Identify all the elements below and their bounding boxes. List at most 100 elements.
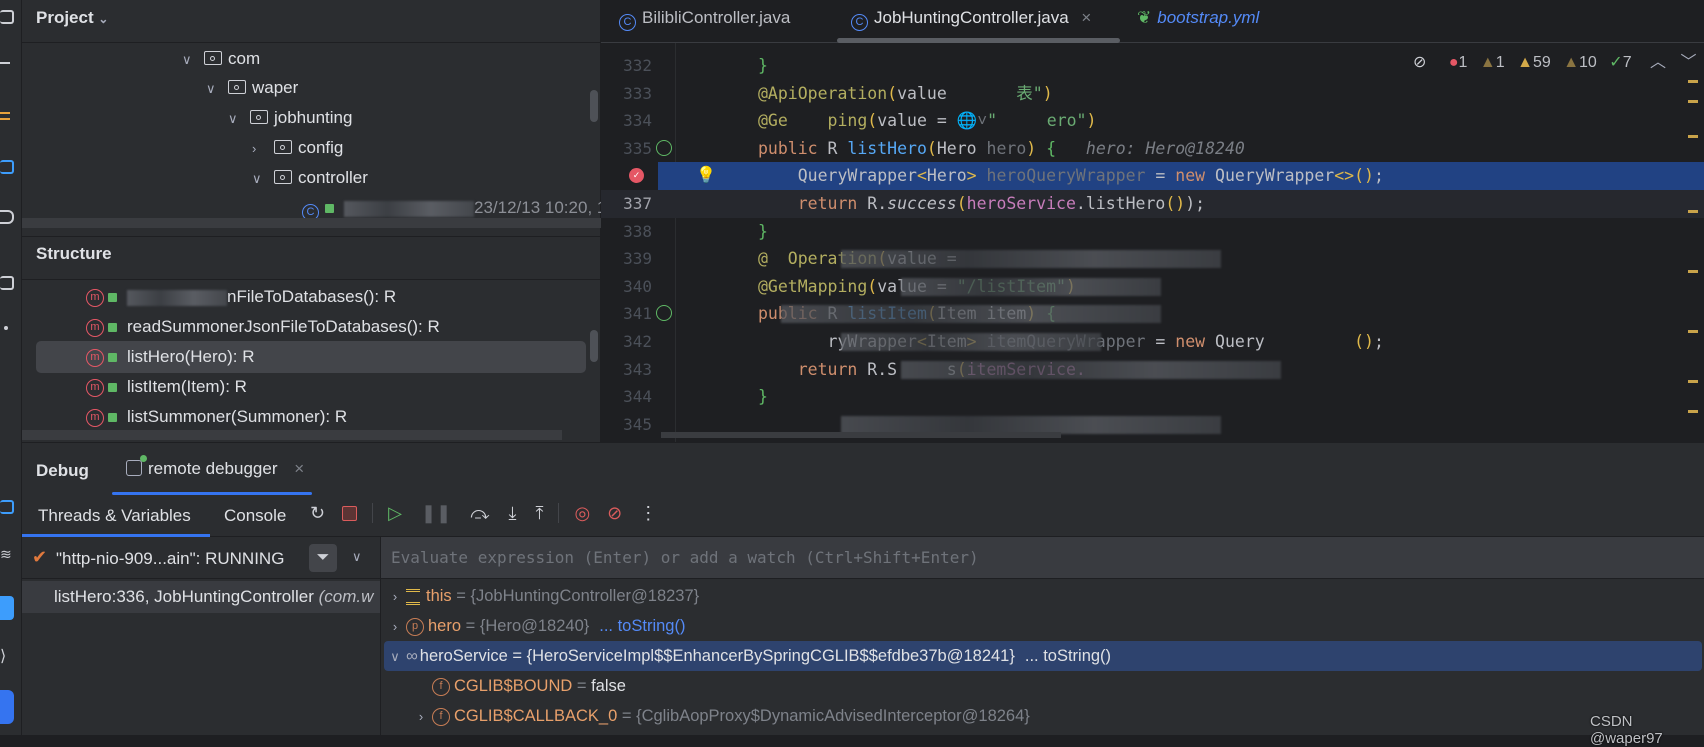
step-out-icon[interactable]: ⤒ bbox=[535, 503, 543, 523]
code-editor[interactable]: C BilibliController.java C JobHuntingContr… bbox=[601, 0, 1704, 442]
code-line[interactable]: 343 return R.S s(itemService. bbox=[601, 356, 1704, 384]
code-line[interactable]: 338} bbox=[601, 218, 1704, 246]
resume-icon[interactable]: ▷ bbox=[388, 503, 402, 523]
commit-tool-icon[interactable] bbox=[0, 62, 10, 64]
step-over-icon[interactable]: ⤼ bbox=[470, 503, 489, 523]
filter-icon[interactable]: ⏷ bbox=[309, 544, 337, 572]
debug-tool-icon[interactable] bbox=[0, 690, 14, 724]
chevron-right-icon[interactable]: › bbox=[384, 582, 406, 612]
variable-row[interactable]: › this = {JobHuntingController@18237} bbox=[384, 581, 1702, 611]
structure-item-label: listItem(Item): R bbox=[127, 377, 247, 396]
close-tab-icon[interactable]: × bbox=[1081, 8, 1091, 27]
code-line[interactable]: 340@GetMapping(value = "/listItem") bbox=[601, 273, 1704, 301]
warning-stripe-mark[interactable] bbox=[1688, 135, 1698, 138]
structure-tool-icon[interactable] bbox=[0, 276, 14, 290]
horizontal-scrollbar[interactable] bbox=[661, 432, 1061, 438]
pull-requests-icon[interactable] bbox=[0, 112, 10, 120]
code-line[interactable]: 344} bbox=[601, 383, 1704, 411]
session-tab-remote-debugger[interactable]: remote debugger × bbox=[126, 455, 304, 479]
more-icon[interactable]: ⋮ bbox=[639, 503, 657, 523]
horizontal-scrollbar[interactable] bbox=[22, 430, 562, 440]
structure-item[interactable]: m readSummonerJsonFileToDatabases(): R bbox=[86, 313, 440, 341]
thread-selector[interactable]: ✔ "http-nio-909...ain": RUNNING ⏷ ∨ bbox=[22, 537, 380, 579]
tab-console[interactable]: Console bbox=[224, 506, 286, 526]
horizontal-scrollbar[interactable] bbox=[22, 218, 601, 228]
warning-stripe-mark[interactable] bbox=[1688, 270, 1698, 273]
package-icon bbox=[228, 80, 246, 94]
tree-item-waper[interactable]: ∨ waper bbox=[206, 74, 298, 102]
code-line[interactable]: 337 return R.success(heroService.listHer… bbox=[601, 190, 1704, 218]
endpoint-gutter-icon[interactable] bbox=[656, 305, 672, 322]
more-icon[interactable] bbox=[4, 326, 8, 330]
warning-stripe-mark[interactable] bbox=[1688, 410, 1698, 413]
tab-threads-variables[interactable]: Threads & Variables bbox=[38, 506, 191, 526]
structure-item[interactable]: m nFileToDatabases(): R bbox=[86, 283, 396, 311]
line-number: 333 bbox=[623, 83, 652, 103]
services-bottom-icon[interactable] bbox=[0, 500, 14, 514]
chevron-down-icon[interactable]: ∨ bbox=[252, 165, 274, 193]
variable-link[interactable]: ... toString() bbox=[599, 617, 685, 635]
stop-icon[interactable] bbox=[342, 506, 358, 521]
tree-item-controller[interactable]: ∨ controller bbox=[252, 164, 368, 192]
frame-row[interactable]: listHero:336, JobHuntingController (com.… bbox=[22, 581, 380, 613]
structure-item-selected[interactable]: m listHero(Hero): R bbox=[86, 343, 255, 371]
code-line[interactable]: 342 ryWrapper<Item> itemQueryWrapper = n… bbox=[601, 328, 1704, 356]
chevron-right-icon[interactable]: › bbox=[384, 612, 406, 642]
tab-bilibli-controller[interactable]: C BilibliController.java bbox=[619, 0, 790, 43]
code-line[interactable]: 335 public R listHero(Hero hero) { hero: … bbox=[601, 135, 1704, 163]
code-line[interactable]: 332} bbox=[601, 52, 1704, 80]
chevron-down-icon[interactable]: ∨ bbox=[352, 549, 362, 565]
git-icon[interactable] bbox=[0, 210, 14, 224]
variable-row[interactable]: f CGLIB$BOUND = false bbox=[384, 671, 1702, 701]
variable-link[interactable]: ... toString() bbox=[1025, 647, 1111, 665]
view-breakpoints-icon[interactable]: ◎ bbox=[574, 503, 590, 523]
endpoints-icon[interactable]: ⟩ bbox=[0, 646, 6, 666]
tab-scrollbar[interactable] bbox=[837, 38, 1120, 43]
layers-icon[interactable]: ≋ bbox=[0, 546, 12, 563]
structure-title: Structure bbox=[36, 244, 112, 263]
tab-bootstrap-yml[interactable]: ❦ bootstrap.yml bbox=[1137, 0, 1259, 43]
variable-row[interactable]: › f CGLIB$CALLBACK_0 = {CglibAopProxy$Dyna… bbox=[384, 701, 1702, 731]
close-session-icon[interactable]: × bbox=[294, 459, 304, 478]
chevron-down-icon[interactable]: ∨ bbox=[206, 75, 228, 103]
code-line[interactable]: 341public R listItem(Item item) { bbox=[601, 300, 1704, 328]
chevron-down-icon[interactable]: ∨ bbox=[228, 105, 250, 133]
todo-icon[interactable] bbox=[0, 596, 14, 620]
code-line[interactable]: 333 @ApiOperation(value 表") bbox=[601, 80, 1704, 108]
scrollbar[interactable] bbox=[590, 90, 598, 122]
code-text: public R listHero(Hero hero) { hero: Her… bbox=[758, 135, 1245, 163]
warning-stripe-mark[interactable] bbox=[1688, 330, 1698, 333]
project-title[interactable]: Project ⌄ bbox=[36, 8, 108, 28]
services-icon[interactable] bbox=[0, 160, 14, 174]
breakpoint-icon[interactable]: ✓ bbox=[629, 168, 644, 184]
chevron-down-icon[interactable]: ∨ bbox=[384, 642, 406, 672]
structure-item[interactable]: m listSummoner(Summoner): R bbox=[86, 403, 347, 431]
mute-breakpoints-icon[interactable]: ⊘ bbox=[607, 503, 622, 523]
rerun-icon[interactable]: ↻ bbox=[310, 503, 325, 523]
scrollbar[interactable] bbox=[590, 330, 598, 362]
tree-item-com[interactable]: ∨ com bbox=[182, 45, 260, 73]
variable-row[interactable]: › p hero = {Hero@18240} ... toString() bbox=[384, 611, 1702, 641]
chevron-down-icon[interactable]: ∨ bbox=[182, 46, 204, 74]
code-token: " ero" bbox=[987, 111, 1087, 131]
code-line[interactable]: ✓ 💡 QueryWrapper<Hero> heroQueryWrapper =… bbox=[601, 162, 1704, 190]
endpoint-gutter-icon[interactable] bbox=[656, 139, 672, 156]
warning-stripe-mark[interactable] bbox=[1688, 100, 1698, 103]
tree-item-jobhunting[interactable]: ∨ jobhunting bbox=[228, 104, 352, 132]
chevron-right-icon[interactable]: › bbox=[410, 702, 432, 732]
variable-row[interactable]: ∨ ∞ heroService = {HeroServiceImpl$$Enhanc… bbox=[384, 641, 1702, 671]
evaluate-expression-input[interactable]: Evaluate expression (Enter) or add a wat… bbox=[381, 537, 1704, 579]
warning-stripe-mark[interactable] bbox=[1688, 380, 1698, 383]
pause-icon[interactable]: ❚❚ bbox=[421, 503, 451, 523]
tab-jobhunting-controller[interactable]: C JobHuntingController.java × bbox=[851, 0, 1091, 43]
project-tool-icon[interactable] bbox=[0, 10, 14, 24]
structure-item[interactable]: m listItem(Item): R bbox=[86, 373, 247, 401]
warning-stripe-mark[interactable] bbox=[1688, 80, 1698, 83]
warning-stripe-mark[interactable] bbox=[1688, 210, 1698, 213]
code-line[interactable]: 334 @Ge ping(value = 🌐˅" ero") bbox=[601, 107, 1704, 135]
code-line[interactable]: 339@ Operation(value = bbox=[601, 245, 1704, 273]
chevron-right-icon[interactable]: › bbox=[252, 135, 274, 163]
tree-item-config[interactable]: › config bbox=[252, 134, 343, 162]
step-into-icon[interactable]: ⤓ bbox=[508, 503, 516, 523]
intention-bulb-icon[interactable]: 💡 bbox=[696, 162, 716, 190]
